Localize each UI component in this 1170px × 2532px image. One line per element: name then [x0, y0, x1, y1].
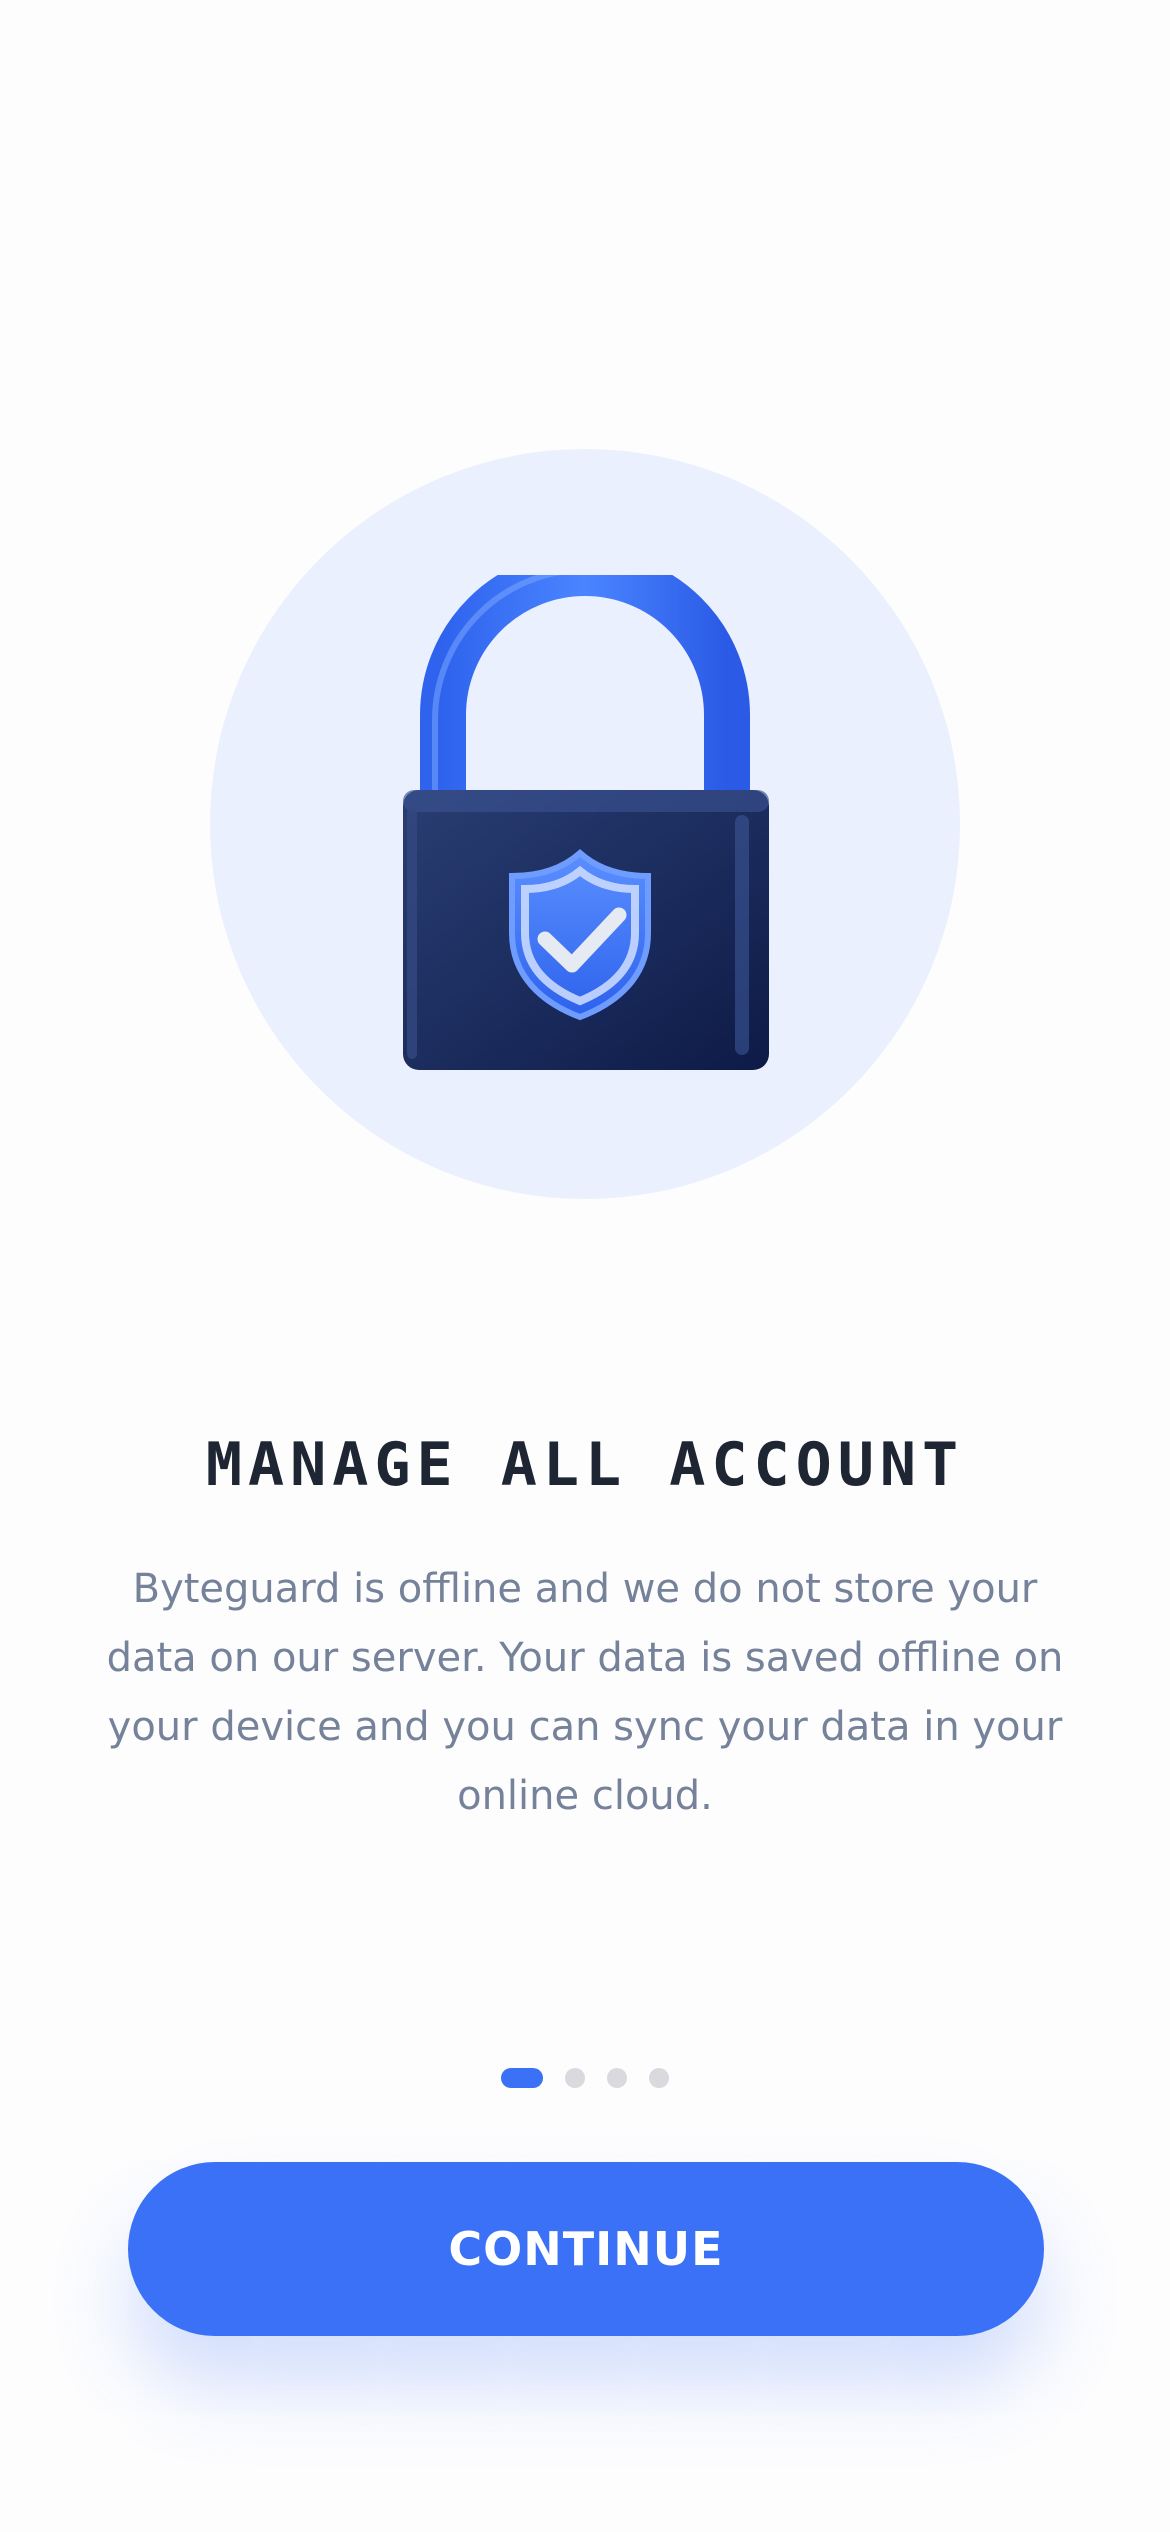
page-dot-active[interactable] — [501, 2068, 543, 2088]
page-dot[interactable] — [649, 2068, 669, 2088]
page-dot[interactable] — [607, 2068, 627, 2088]
page-indicator — [0, 2068, 1170, 2088]
onboarding-screen: MANAGE ALL ACCOUNT Byteguard is offline … — [0, 0, 1170, 2532]
padlock-shield-check-icon — [403, 575, 769, 1070]
onboarding-title: MANAGE ALL ACCOUNT — [205, 1430, 965, 1500]
page-dot[interactable] — [565, 2068, 585, 2088]
continue-button[interactable]: CONTINUE — [128, 2162, 1044, 2336]
onboarding-description: Byteguard is offline and we do not store… — [106, 1566, 1064, 1819]
